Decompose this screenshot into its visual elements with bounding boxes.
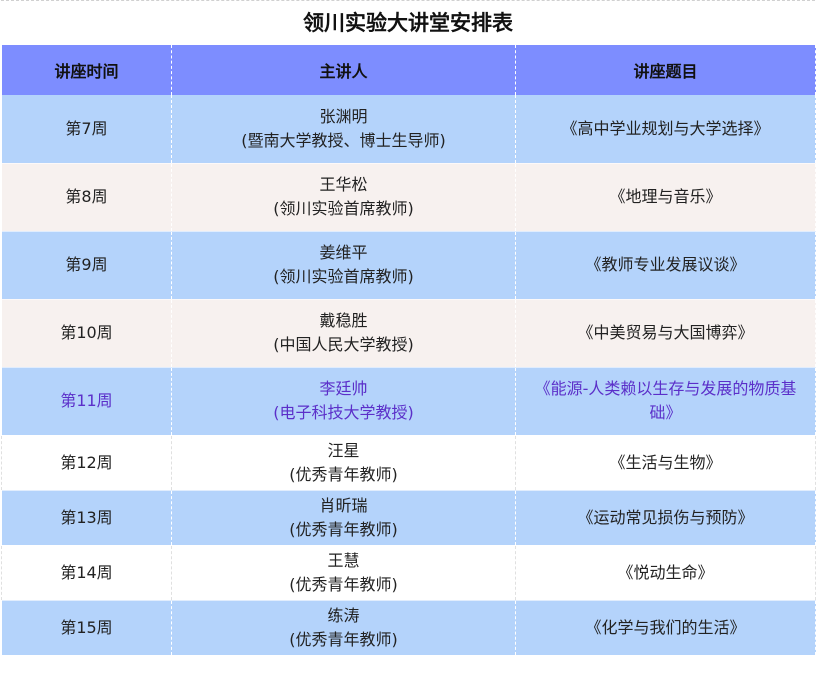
- header-row: 讲座时间 主讲人 讲座题目: [1, 45, 816, 95]
- table-row: 第12周 汪星 (优秀青年教师) 《生活与生物》: [1, 435, 816, 491]
- week-cell: 第14周: [1, 545, 172, 601]
- topic-cell: 《能源-人类赖以生存与发展的物质基础》: [515, 367, 816, 436]
- topic-cell: 《化学与我们的生活》: [515, 600, 816, 656]
- header-speaker: 主讲人: [171, 45, 516, 95]
- speaker-affiliation: (优秀青年教师): [289, 519, 398, 539]
- speaker-cell: 练涛 (优秀青年教师): [171, 600, 516, 656]
- speaker-name: 王慧: [327, 550, 360, 570]
- speaker-affiliation: (优秀青年教师): [289, 464, 398, 484]
- topic-cell: 《地理与音乐》: [515, 163, 816, 232]
- speaker-name: 王华松: [319, 175, 368, 194]
- speaker-name: 张渊明: [319, 106, 368, 126]
- table-row: 第10周 戴稳胜 (中国人民大学教授) 《中美贸易与大国博弈》: [1, 299, 816, 368]
- header-week: 讲座时间: [1, 45, 172, 95]
- speaker-affiliation: (暨南大学教授、博士生导师): [241, 130, 446, 150]
- schedule-table: 讲座时间 主讲人 讲座题目 第7周 张渊明 (暨南大学教授、博士生导师) 《高中学…: [1, 45, 816, 656]
- page-title: 领川实验大讲堂安排表: [1, 0, 815, 45]
- week-cell: 第7周: [1, 95, 172, 164]
- topic-cell: 《教师专业发展议谈》: [515, 231, 816, 300]
- speaker-affiliation: (领川实验首席教师): [273, 199, 414, 218]
- topic-cell: 《中美贸易与大国博弈》: [515, 299, 816, 368]
- speaker-cell: 戴稳胜 (中国人民大学教授): [171, 299, 516, 368]
- speaker-cell: 王慧 (优秀青年教师): [171, 545, 516, 601]
- speaker-cell: 汪星 (优秀青年教师): [171, 435, 516, 491]
- speaker-cell: 王华松 (领川实验首席教师): [171, 163, 516, 232]
- table-row: 第9周 姜维平 (领川实验首席教师) 《教师专业发展议谈》: [1, 231, 816, 300]
- speaker-cell: 张渊明 (暨南大学教授、博士生导师): [171, 95, 516, 164]
- topic-cell: 《高中学业规划与大学选择》: [515, 95, 816, 164]
- speaker-affiliation: (优秀青年教师): [289, 574, 398, 594]
- week-cell: 第11周: [1, 367, 172, 436]
- week-cell: 第8周: [1, 163, 172, 232]
- speaker-cell: 姜维平 (领川实验首席教师): [171, 231, 516, 300]
- week-cell: 第9周: [1, 231, 172, 300]
- topic-cell: 《悦动生命》: [515, 545, 816, 601]
- week-cell: 第15周: [1, 600, 172, 656]
- table-row: 第14周 王慧 (优秀青年教师) 《悦动生命》: [1, 545, 816, 601]
- speaker-name: 肖昕瑞: [319, 495, 368, 515]
- table-row: 第13周 肖昕瑞 (优秀青年教师) 《运动常见损伤与预防》: [1, 490, 816, 546]
- header-topic: 讲座题目: [515, 45, 816, 95]
- speaker-name: 姜维平: [319, 243, 368, 262]
- speaker-affiliation: (中国人民大学教授): [273, 335, 414, 354]
- speaker-affiliation: (电子科技大学教授): [273, 403, 414, 422]
- week-cell: 第13周: [1, 490, 172, 546]
- topic-cell: 《运动常见损伤与预防》: [515, 490, 816, 546]
- speaker-name: 汪星: [327, 440, 360, 460]
- table-row: 第11周 李廷帅 (电子科技大学教授) 《能源-人类赖以生存与发展的物质基础》: [1, 367, 816, 436]
- table-row: 第15周 练涛 (优秀青年教师) 《化学与我们的生活》: [1, 600, 816, 656]
- table-row: 第8周 王华松 (领川实验首席教师) 《地理与音乐》: [1, 163, 816, 232]
- week-cell: 第10周: [1, 299, 172, 368]
- speaker-cell: 肖昕瑞 (优秀青年教师): [171, 490, 516, 546]
- schedule-sheet: 领川实验大讲堂安排表 讲座时间 主讲人 讲座题目 第7周 张渊明 (暨南大学教授、…: [1, 0, 816, 656]
- table-row: 第7周 张渊明 (暨南大学教授、博士生导师) 《高中学业规划与大学选择》: [1, 95, 816, 164]
- topic-cell: 《生活与生物》: [515, 435, 816, 491]
- speaker-affiliation: (优秀青年教师): [289, 629, 398, 649]
- speaker-name: 李廷帅: [319, 379, 368, 398]
- speaker-name: 戴稳胜: [319, 311, 368, 330]
- speaker-name: 练涛: [327, 605, 360, 625]
- speaker-cell: 李廷帅 (电子科技大学教授): [171, 367, 516, 436]
- week-cell: 第12周: [1, 435, 172, 491]
- speaker-affiliation: (领川实验首席教师): [273, 267, 414, 286]
